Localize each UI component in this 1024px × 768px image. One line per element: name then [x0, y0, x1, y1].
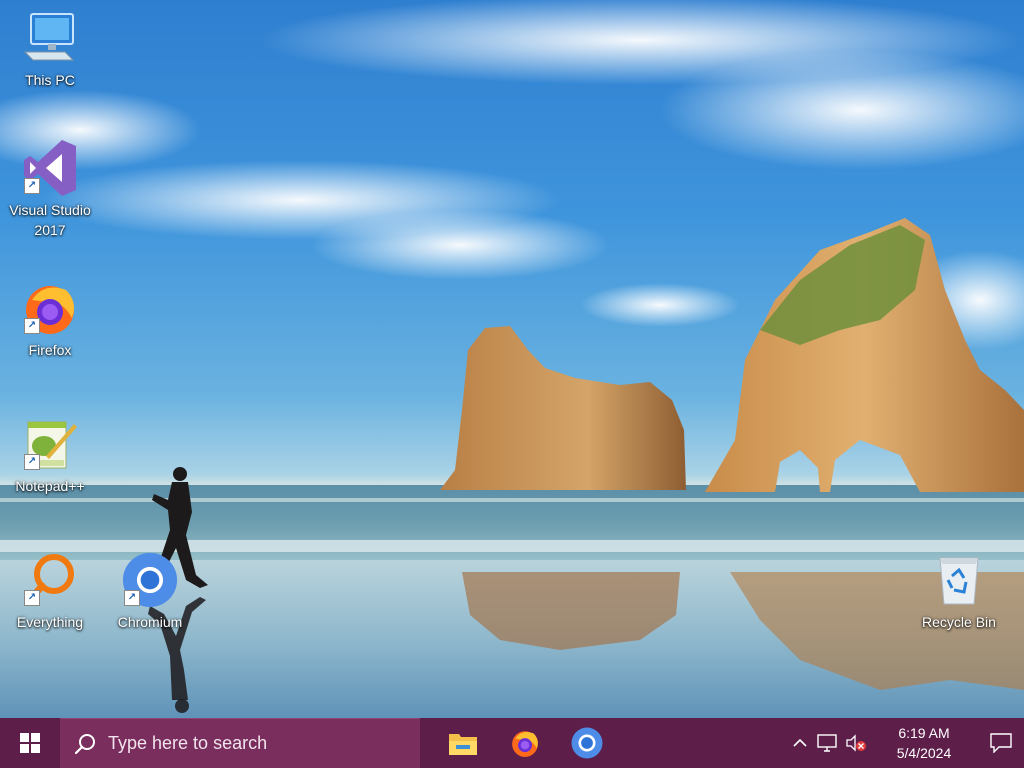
- taskbar-search-box[interactable]: Type here to search: [60, 718, 420, 768]
- network-button[interactable]: [814, 718, 842, 768]
- desktop-icon-everything[interactable]: ↗ Everything: [5, 552, 95, 632]
- taskbar-clock[interactable]: 6:19 AM 5/4/2024: [876, 723, 972, 763]
- desktop-icon-label: Visual Studio 2017: [9, 202, 91, 238]
- everything-search-icon: ↗: [22, 552, 78, 608]
- desktop-icon-label: This PC: [25, 72, 75, 88]
- action-center-button[interactable]: [978, 718, 1024, 768]
- search-placeholder: Type here to search: [108, 733, 268, 753]
- computer-icon: [22, 10, 78, 66]
- taskbar-firefox[interactable]: [494, 718, 556, 768]
- chromium-icon: ↗: [122, 552, 178, 608]
- system-tray: 6:19 AM 5/4/2024: [786, 718, 1024, 768]
- search-icon: [74, 733, 95, 754]
- clock-date: 5/4/2024: [896, 745, 952, 761]
- shortcut-arrow-icon: ↗: [24, 454, 40, 470]
- volume-button[interactable]: [842, 718, 870, 768]
- desktop-icon-firefox[interactable]: ↗ Firefox: [5, 280, 95, 360]
- firefox-icon: [512, 731, 538, 757]
- taskbar-chromium[interactable]: [556, 718, 618, 768]
- shortcut-arrow-icon: ↗: [24, 178, 40, 194]
- file-explorer-icon: [449, 734, 477, 755]
- show-hidden-icons-button[interactable]: [786, 718, 814, 768]
- recycle-bin-icon: [931, 552, 987, 608]
- network-icon: [817, 734, 837, 752]
- start-button[interactable]: [0, 718, 60, 768]
- taskbar: Type here to search 6:19 AM 5/4/2024: [0, 718, 1024, 768]
- firefox-icon: ↗: [22, 280, 78, 336]
- chevron-up-icon: [793, 738, 807, 747]
- visual-studio-icon: ↗: [22, 140, 78, 196]
- taskbar-file-explorer[interactable]: [432, 718, 494, 768]
- volume-muted-icon: [846, 734, 866, 752]
- desktop-icon-recycle-bin[interactable]: Recycle Bin: [914, 552, 1004, 632]
- desktop-icon-label: Recycle Bin: [922, 614, 996, 630]
- notepad-plus-plus-icon: ↗: [22, 416, 78, 472]
- shortcut-arrow-icon: ↗: [124, 590, 140, 606]
- desktop-icon-notepad-plus-plus[interactable]: ↗ Notepad++: [5, 416, 95, 496]
- windows-logo-icon: [20, 733, 40, 753]
- desktop: This PC ↗ Visual Studio 2017 ↗ Firefox ↗…: [0, 0, 1024, 768]
- notification-icon: [990, 733, 1012, 753]
- desktop-icon-label: Chromium: [117, 614, 183, 630]
- desktop-icon-label: Notepad++: [15, 478, 85, 494]
- desktop-icon-visual-studio[interactable]: ↗ Visual Studio 2017: [5, 140, 95, 240]
- desktop-icon-chromium[interactable]: ↗ Chromium: [105, 552, 195, 632]
- shortcut-arrow-icon: ↗: [24, 318, 40, 334]
- shortcut-arrow-icon: ↗: [24, 590, 40, 606]
- desktop-icon-label: Firefox: [28, 342, 72, 358]
- desktop-icon-this-pc[interactable]: This PC: [5, 10, 95, 90]
- chromium-icon: [571, 727, 603, 759]
- desktop-icon-label: Everything: [16, 614, 84, 630]
- clock-time: 6:19 AM: [898, 725, 950, 741]
